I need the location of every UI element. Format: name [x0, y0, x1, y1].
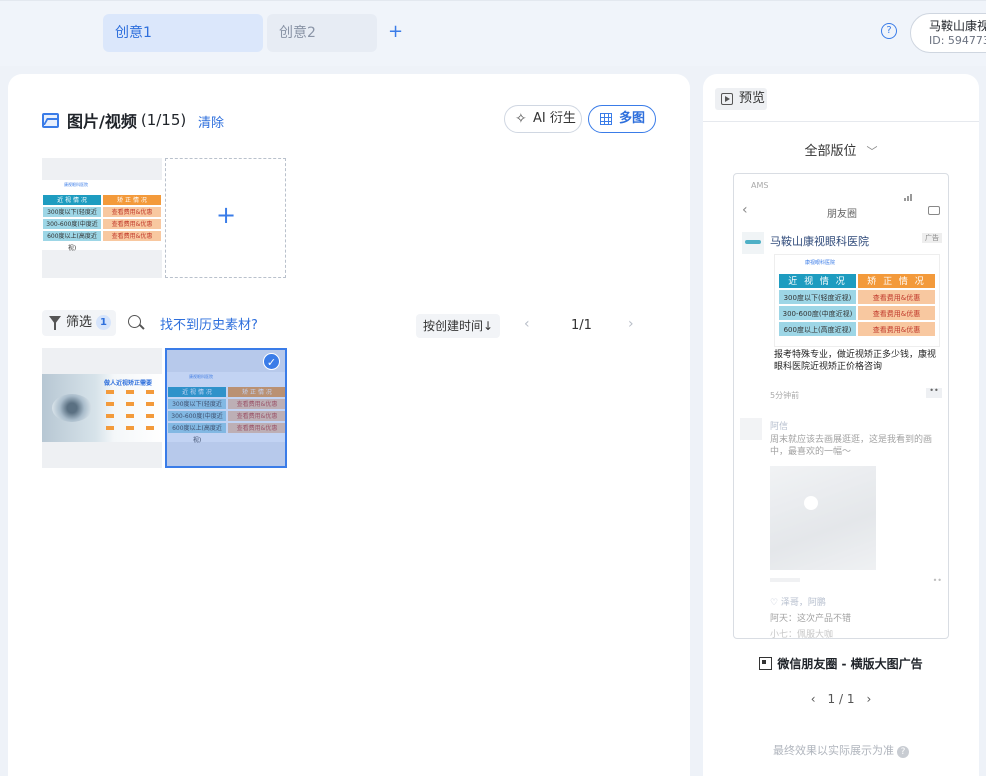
ad-type-label: 微信朋友圈 - 横版大图广告: [703, 655, 979, 672]
account-name: 马鞍山康视: [929, 19, 986, 33]
phone-mockup: AMS ‹ 朋友圈 马鞍山康视眼科医院 广告 康视眼科医院 近 视 情 况矫 正…: [733, 173, 949, 639]
friend-photo: [770, 466, 876, 570]
media-panel: 图片/视频 (1/15) 清除 ✧ AI 衍生 多图 康视眼科医院 近 视 情 …: [8, 74, 690, 776]
help-icon[interactable]: ?: [881, 23, 897, 39]
sort-button[interactable]: 按创建时间↓: [416, 314, 500, 338]
media-section-title: 图片/视频 (1/15): [42, 108, 186, 132]
chevron-down-icon: ﹀: [866, 145, 878, 158]
comment: 阿天：这次产品不错: [770, 614, 852, 624]
history-material-link[interactable]: 找不到历史素材?: [160, 314, 258, 333]
media-title: 图片/视频: [67, 112, 137, 131]
moments-title: 朋友圈: [827, 209, 857, 220]
chevron-right-icon[interactable]: ›: [628, 316, 634, 332]
clear-button[interactable]: 清除: [198, 112, 224, 131]
plus-icon: +: [216, 201, 237, 229]
advertiser-name: 马鞍山康视眼科医院: [770, 235, 869, 248]
top-bar: 创意1 创意2 + ? 马鞍山康视 ID: 5947738: [0, 0, 986, 66]
filter-count-badge: 1: [96, 315, 111, 330]
ad-image: 康视眼科医院 近 视 情 况矫 正 情 况 300度以下(轻度近视) 查看费用&优…: [774, 254, 940, 347]
friend-text: 周末就应该去画展逛逛，这是我看到的画中，最喜欢的一幅～: [770, 435, 933, 457]
chevron-left-icon[interactable]: ‹: [524, 316, 530, 332]
camera-icon: [928, 206, 940, 215]
sparkle-icon: ✧: [515, 111, 527, 127]
preview-header: 预览: [703, 74, 979, 122]
chevron-left-icon[interactable]: ‹: [811, 692, 816, 706]
tab-creative-2[interactable]: 创意2: [267, 14, 377, 52]
multi-image-button[interactable]: 多图: [588, 105, 656, 133]
preview-footnote: 最终效果以实际展示为准?: [703, 742, 979, 758]
image-icon: [42, 112, 59, 128]
preview-pager: ‹ 1 / 1 ›: [703, 692, 979, 706]
search-icon[interactable]: [128, 315, 141, 328]
likes: ♡ 泽哥，阿鹏: [770, 598, 826, 608]
preview-page-indicator: 1 / 1: [827, 692, 855, 706]
ai-derive-label: AI 衍生: [533, 111, 576, 126]
signal-icon: [904, 182, 940, 201]
ad-table-image: 康视眼科医院 近 视 情 况矫 正 情 况 300度以下(轻度近视)查看费用&优…: [42, 180, 162, 252]
library-item-eye[interactable]: 做人近视矫正需要: [42, 348, 162, 468]
chevron-right-icon[interactable]: ›: [866, 692, 871, 706]
account-id: ID: 5947738: [929, 34, 986, 47]
selected-media-thumbnail[interactable]: 康视眼科医院 近 视 情 况矫 正 情 况 300度以下(轻度近视)查看费用&优…: [42, 158, 162, 278]
filter-label: 筛选: [66, 315, 93, 330]
filter-icon: [49, 316, 61, 330]
add-tab-button[interactable]: +: [388, 21, 403, 42]
tab-creative-1[interactable]: 创意1: [103, 14, 263, 52]
ad-label: 广告: [922, 233, 942, 243]
page-indicator: 1/1: [571, 318, 592, 333]
ad-copy: 报考特殊专业，做近视矫正多少钱，康视眼科医院近视矫正价格咨询: [774, 350, 937, 372]
question-icon[interactable]: ?: [897, 746, 909, 758]
ai-derive-button[interactable]: ✧ AI 衍生: [504, 105, 582, 133]
grid-icon: [600, 113, 612, 125]
more-icon: ••: [932, 576, 942, 585]
qr-code-icon: [759, 657, 773, 670]
post-time: [770, 578, 800, 582]
media-count: (1/15): [140, 111, 187, 129]
check-icon[interactable]: ✓: [263, 353, 280, 370]
carrier-label: AMS: [751, 181, 769, 190]
multi-image-label: 多图: [619, 111, 646, 126]
filter-button[interactable]: 筛选 1: [42, 310, 116, 336]
more-icon: ••: [926, 387, 942, 398]
preview-tab[interactable]: 预览: [715, 88, 767, 110]
placement-select[interactable]: 全部版位 ﹀: [703, 140, 979, 159]
friend-post: 阿信 周末就应该去画展逛逛，这是我看到的画中，最喜欢的一幅～ •• ♡ 泽哥，阿…: [734, 410, 948, 639]
account-selector[interactable]: 马鞍山康视 ID: 5947738: [910, 13, 986, 53]
preview-label: 预览: [739, 91, 766, 106]
play-icon: [721, 93, 733, 105]
eye-ad-image: 做人近视矫正需要: [42, 374, 162, 442]
post-time: 5分钟前: [770, 391, 800, 400]
avatar: [742, 232, 764, 254]
add-media-button[interactable]: +: [165, 158, 286, 278]
placement-select-label: 全部版位: [804, 144, 857, 159]
comment: 小七：佩服大咖: [770, 630, 834, 639]
friend-name: 阿信: [770, 422, 789, 432]
library-item-table[interactable]: 康视眼科医院 近 视 情 况矫 正 情 况 300度以下(轻度近视)查看费用&优…: [165, 348, 287, 468]
avatar: [740, 418, 762, 440]
preview-panel: 预览 全部版位 ﹀ AMS ‹ 朋友圈 马鞍山康视眼科医院 广告 康视眼科医院 近…: [703, 74, 979, 776]
